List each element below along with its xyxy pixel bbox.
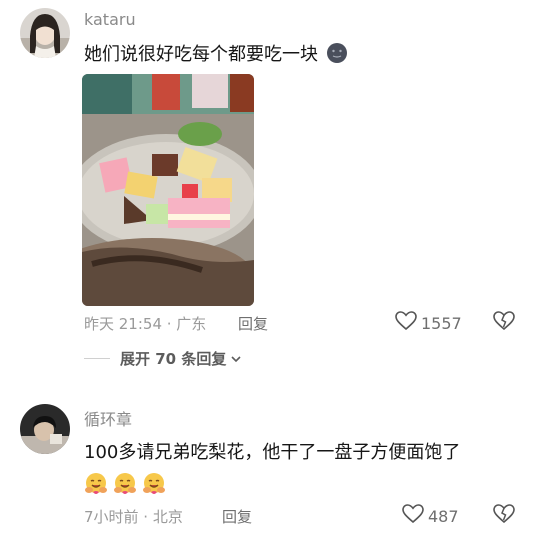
expand-replies-button[interactable]: 展开 70 条回复 xyxy=(84,348,242,369)
comment-text-content: 她们说很好吃每个都要吃一块 xyxy=(84,44,318,65)
like-button[interactable]: 1557 xyxy=(395,311,462,335)
comment-image[interactable] xyxy=(82,74,254,306)
comment-text: 100多请兄弟吃梨花，他干了一盘子方便面饱了 xyxy=(84,442,461,463)
hug-face-emoji xyxy=(142,472,166,500)
comment-item: 循环章 100多请兄弟吃梨花，他干了一盘子方便面饱了 7小时前 · 北京 回复 … xyxy=(0,390,540,540)
comment-text: 她们说很好吃每个都要吃一块 xyxy=(84,40,348,69)
dislike-button[interactable] xyxy=(493,504,515,528)
broken-heart-icon xyxy=(493,311,515,335)
avatar[interactable] xyxy=(20,8,70,58)
comment-item: kataru 她们说很好吃每个都要吃一块 昨天 21:54 · 广东 回复 15… xyxy=(0,0,540,390)
username[interactable]: kataru xyxy=(84,10,136,29)
heart-outline-icon xyxy=(402,504,424,528)
divider-line xyxy=(84,358,110,359)
emoji-row xyxy=(84,472,166,500)
reply-button[interactable]: 回复 xyxy=(222,506,252,527)
like-count: 487 xyxy=(428,506,459,526)
comment-meta: 7小时前 · 北京 xyxy=(84,508,183,526)
heart-outline-icon xyxy=(395,311,417,335)
hug-face-emoji xyxy=(113,472,137,500)
dark-smile-emoji xyxy=(326,42,348,69)
like-button[interactable]: 487 xyxy=(402,504,459,528)
dislike-button[interactable] xyxy=(493,311,515,335)
hug-face-emoji xyxy=(84,472,108,500)
like-count: 1557 xyxy=(421,313,462,333)
comment-meta: 昨天 21:54 · 广东 xyxy=(84,315,207,333)
chevron-down-icon xyxy=(230,349,242,368)
avatar[interactable] xyxy=(20,404,70,454)
broken-heart-icon xyxy=(493,504,515,528)
reply-button[interactable]: 回复 xyxy=(238,313,268,334)
username[interactable]: 循环章 xyxy=(84,406,132,430)
expand-replies-label: 展开 70 条回复 xyxy=(120,350,227,368)
